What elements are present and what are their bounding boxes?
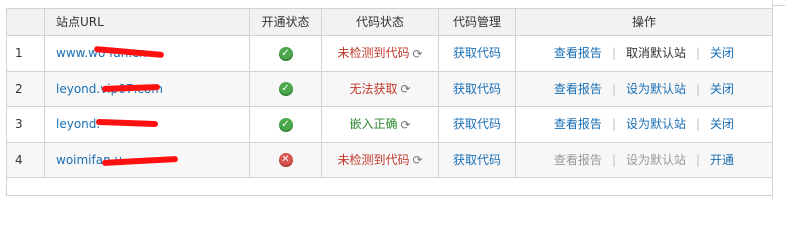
close-link[interactable]: 关闭 <box>710 46 734 60</box>
separator: | <box>611 117 616 132</box>
separator: | <box>611 152 616 167</box>
code-status-text: 未检测到代码 <box>337 152 410 167</box>
x-circle-icon: ✕ <box>278 153 293 168</box>
row-operations: 查看报告 | 设为默认站 | 关闭 <box>515 106 772 143</box>
separator: | <box>696 152 701 167</box>
separator: | <box>611 81 616 96</box>
separator: | <box>696 117 701 132</box>
right-scrollbar[interactable] <box>772 0 787 200</box>
row-open-status: ✕ <box>249 141 322 178</box>
table-row: 4 woimifan u ✕ 未检测到代码 ⟳ 获取代码 查看报告 | 设为默认… <box>7 141 772 178</box>
row-operations: 查看报告 | 设为默认站 | 关闭 <box>515 70 772 107</box>
row-code-manage: 获取代码 <box>438 35 516 72</box>
refresh-icon[interactable]: ⟳ <box>412 37 422 71</box>
open-link[interactable]: 开通 <box>710 153 734 167</box>
row-operations: 查看报告 | 设为默认站 | 开通 <box>515 141 772 178</box>
separator: | <box>611 46 616 61</box>
separator: | <box>696 81 701 96</box>
set-default-disabled: 设为默认站 <box>625 152 686 167</box>
header-operations: 操作 <box>515 9 772 36</box>
row-open-status: ✓ <box>249 35 322 72</box>
row-code-status: 无法获取 ⟳ <box>321 70 439 107</box>
view-report-link[interactable]: 查看报告 <box>554 117 602 131</box>
row-index: 2 <box>7 70 45 107</box>
row-url-cell: www.wo fan.cn <box>44 35 250 72</box>
view-report-disabled: 查看报告 <box>553 152 602 167</box>
row-index: 3 <box>7 106 45 143</box>
table-row: 1 www.wo fan.cn ✓ 未检测到代码 ⟳ 获取代码 查看报告 | 取… <box>7 35 772 72</box>
table-row: 2 leyond.vip07.com ✓ 无法获取⟳ 获取代码 <box>7 70 772 107</box>
scrollbar-tick <box>773 0 785 6</box>
refresh-icon[interactable]: ⟳ <box>412 143 422 177</box>
table-row: 3 leyond. ✓ 嵌入正确 ⟳ 获取代码 查看报告 | 设为默认站 | 关… <box>7 106 772 143</box>
set-default-link[interactable]: 设为默认站 <box>626 82 686 96</box>
refresh-icon[interactable]: ⟳ <box>400 72 410 106</box>
row-operations: 查看报告 | 取消默认站 | 关闭 <box>515 35 772 72</box>
code-status-text: 嵌入正确 <box>349 117 398 131</box>
top-area <box>0 0 787 8</box>
row-index: 1 <box>7 35 45 72</box>
table-header-row: 站点URL 开通状态 代码状态 代码管理 操作 <box>7 9 772 36</box>
row-url-cell: leyond.vip07.com <box>44 70 250 107</box>
site-table-frame: 站点URL 开通状态 代码状态 代码管理 操作 1 www.wo fan.cn <box>6 8 773 196</box>
row-open-status: ✓ <box>249 70 322 107</box>
separator: | <box>696 46 701 61</box>
code-status-text: 无法获取 <box>349 81 398 96</box>
row-code-manage: 获取代码 <box>438 141 516 178</box>
check-circle-icon: ✓ <box>278 82 293 97</box>
header-index <box>7 9 45 36</box>
refresh-icon[interactable]: ⟳ <box>400 108 410 142</box>
close-link[interactable]: 关闭 <box>710 82 734 96</box>
check-circle-icon: ✓ <box>278 46 293 61</box>
get-code-link[interactable]: 获取代码 <box>453 82 501 96</box>
cancel-default-link[interactable]: 取消默认站 <box>626 46 686 60</box>
row-code-status: 未检测到代码 ⟳ <box>321 141 439 178</box>
row-url-cell: woimifan u <box>44 141 250 178</box>
row-code-status: 嵌入正确 ⟳ <box>321 106 439 143</box>
check-circle-icon: ✓ <box>278 117 293 132</box>
header-url: 站点URL <box>44 9 250 36</box>
site-table: 站点URL 开通状态 代码状态 代码管理 操作 1 www.wo fan.cn <box>7 9 772 178</box>
get-code-link[interactable]: 获取代码 <box>453 117 501 131</box>
view-report-link[interactable]: 查看报告 <box>554 46 602 60</box>
row-index: 4 <box>7 141 45 178</box>
header-code-manage: 代码管理 <box>438 9 516 36</box>
get-code-link[interactable]: 获取代码 <box>453 153 501 167</box>
close-link[interactable]: 关闭 <box>710 117 734 131</box>
row-url-cell: leyond. <box>44 106 250 143</box>
site-url-link[interactable]: leyond. <box>56 117 100 131</box>
row-code-manage: 获取代码 <box>438 70 516 107</box>
header-code-status: 代码状态 <box>321 9 439 36</box>
header-open-status: 开通状态 <box>249 9 322 36</box>
row-open-status: ✓ <box>249 106 322 143</box>
get-code-link[interactable]: 获取代码 <box>453 46 501 60</box>
row-code-status: 未检测到代码 ⟳ <box>321 35 439 72</box>
view-report-link[interactable]: 查看报告 <box>554 82 602 96</box>
set-default-link[interactable]: 设为默认站 <box>626 117 686 131</box>
row-code-manage: 获取代码 <box>438 106 516 143</box>
code-status-text: 未检测到代码 <box>337 46 410 60</box>
redaction-mark <box>95 119 159 128</box>
